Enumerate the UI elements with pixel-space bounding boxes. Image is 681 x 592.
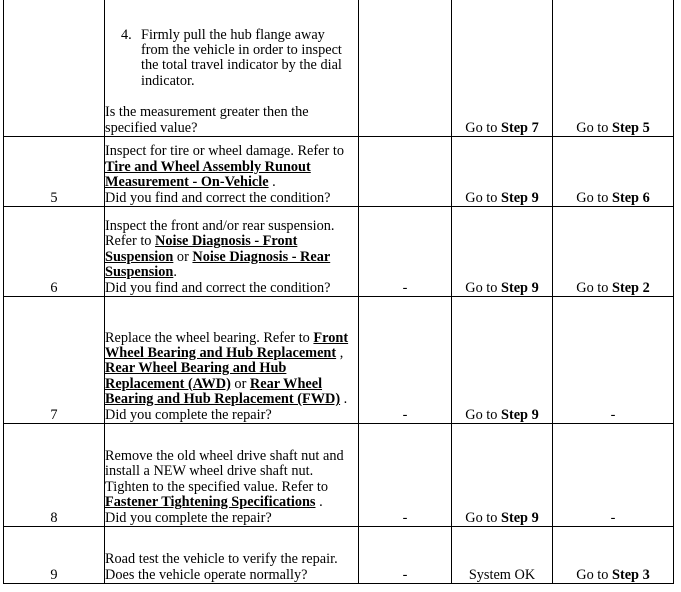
action-text-tail: . <box>315 494 323 511</box>
yes-result-text: Go to <box>465 406 501 423</box>
action-text-lead: Remove the old wheel drive shaft nut and… <box>105 447 344 495</box>
action-question: Did you find and correct the condition? <box>105 189 331 206</box>
no-result-text: Go to <box>576 566 612 583</box>
yes-result-text: Go to <box>465 119 501 136</box>
yes-result-cell: Go to Step 9 <box>451 296 553 424</box>
no-result-step: Step 3 <box>612 566 650 583</box>
value-cell <box>358 0 452 137</box>
step-number-cell: 9 <box>3 526 105 584</box>
action-text-tail: . <box>173 264 177 281</box>
yes-result-text: System OK <box>468 566 536 583</box>
action-text-mid: , <box>336 344 344 361</box>
table-row: 8 Remove the old wheel drive shaft nut a… <box>3 423 674 527</box>
action-text: Inspect for tire or wheel damage. Refer … <box>105 144 358 190</box>
no-result-text: - <box>610 509 616 526</box>
step-number: 5 <box>50 189 58 206</box>
action-question: Is the measurement greater then the spec… <box>105 104 309 136</box>
yes-result-cell: System OK <box>451 526 553 584</box>
value-cell: - <box>358 526 452 584</box>
action-cell: Inspect the front and/or rear suspension… <box>104 206 359 297</box>
reference-link[interactable]: Tire and Wheel Assembly Runout Measureme… <box>105 159 311 190</box>
value-text: - <box>402 279 408 296</box>
step-number-cell: 8 <box>3 423 105 527</box>
value-text: - <box>402 509 408 526</box>
no-result-step: Step 6 <box>612 189 650 206</box>
no-result-step: Step 5 <box>612 119 650 136</box>
no-result-cell: - <box>552 296 674 424</box>
value-text: - <box>402 406 408 423</box>
step-number-cell: 5 <box>3 136 105 207</box>
yes-result-cell: Go to Step 9 <box>451 423 553 527</box>
yes-result-step: Step 9 <box>501 406 539 423</box>
step-number: 7 <box>50 406 58 423</box>
action-question: Did you complete the repair? <box>105 406 272 423</box>
action-text-tail: . <box>340 391 348 408</box>
table-row: 9 Road test the vehicle to verify the re… <box>3 526 674 584</box>
step-number: 9 <box>50 566 58 583</box>
action-text: Inspect the front and/or rear suspension… <box>105 218 358 281</box>
no-result-step: Step 2 <box>612 279 650 296</box>
table-row: 6 Inspect the front and/or rear suspensi… <box>3 206 674 297</box>
list-text: Firmly pull the hub flange away from the… <box>141 26 342 89</box>
no-result-text: Go to <box>576 119 612 136</box>
yes-result-text: Go to <box>465 189 501 206</box>
action-cell: Road test the vehicle to verify the repa… <box>104 526 359 584</box>
table-row: 5 Inspect for tire or wheel damage. Refe… <box>3 136 674 207</box>
no-result-cell: Go to Step 5 <box>552 0 674 137</box>
yes-result-step: Step 9 <box>501 509 539 526</box>
no-result-text: Go to <box>576 279 612 296</box>
action-text-lead: Replace the wheel bearing. Refer to <box>105 329 314 346</box>
action-cell: Remove the old wheel drive shaft nut and… <box>104 423 359 527</box>
no-result-cell: - <box>552 423 674 527</box>
action-cell: 4. Firmly pull the hub flange away from t… <box>104 0 359 137</box>
action-text: Road test the vehicle to verify the repa… <box>105 551 338 568</box>
step-number: 8 <box>50 509 58 526</box>
reference-link[interactable]: Fastener Tightening Specifications <box>105 494 316 510</box>
table-row: 4. Firmly pull the hub flange away from t… <box>3 0 674 137</box>
action-question: Does the vehicle operate normally? <box>105 566 308 583</box>
step-number-cell: 7 <box>3 296 105 424</box>
no-result-text: Go to <box>576 189 612 206</box>
yes-result-step: Step 7 <box>501 119 539 136</box>
yes-result-cell: Go to Step 9 <box>451 206 553 297</box>
action-text-lead: Inspect for tire or wheel damage. Refer … <box>105 143 344 160</box>
yes-result-text: Go to <box>465 279 501 296</box>
document-page: 4. Firmly pull the hub flange away from t… <box>0 0 681 592</box>
no-result-text: - <box>610 406 616 423</box>
action-text-tail: . <box>268 174 276 191</box>
no-result-cell: Go to Step 6 <box>552 136 674 207</box>
value-cell: - <box>358 206 452 297</box>
action-text: Replace the wheel bearing. Refer to Fron… <box>105 329 358 408</box>
yes-result-cell: Go to Step 7 <box>451 0 553 137</box>
action-text-mid-2: or <box>230 375 250 392</box>
step-number: 6 <box>50 279 58 296</box>
action-cell: Replace the wheel bearing. Refer to Fron… <box>104 296 359 424</box>
step-number-cell: 6 <box>3 206 105 297</box>
yes-result-cell: Go to Step 9 <box>451 136 553 207</box>
value-cell: - <box>358 296 452 424</box>
action-text: Remove the old wheel drive shaft nut and… <box>105 447 358 511</box>
yes-result-step: Step 9 <box>501 279 539 296</box>
diagnostic-table: 4. Firmly pull the hub flange away from t… <box>3 0 674 584</box>
step-number-cell <box>3 0 105 137</box>
numbered-list-item: 4. Firmly pull the hub flange away from t… <box>115 26 358 90</box>
no-result-cell: Go to Step 3 <box>552 526 674 584</box>
value-cell: - <box>358 423 452 527</box>
no-result-cell: Go to Step 2 <box>552 206 674 297</box>
action-question: Did you complete the repair? <box>105 509 272 526</box>
action-question: Did you find and correct the condition? <box>105 279 331 296</box>
action-text-mid: or <box>173 248 193 265</box>
list-marker: 4. <box>121 26 132 43</box>
value-text: - <box>402 566 408 583</box>
yes-result-text: Go to <box>465 509 501 526</box>
table-row: 7 Replace the wheel bearing. Refer to Fr… <box>3 296 674 424</box>
action-cell: Inspect for tire or wheel damage. Refer … <box>104 136 359 207</box>
yes-result-step: Step 9 <box>501 189 539 206</box>
value-cell <box>358 136 452 207</box>
